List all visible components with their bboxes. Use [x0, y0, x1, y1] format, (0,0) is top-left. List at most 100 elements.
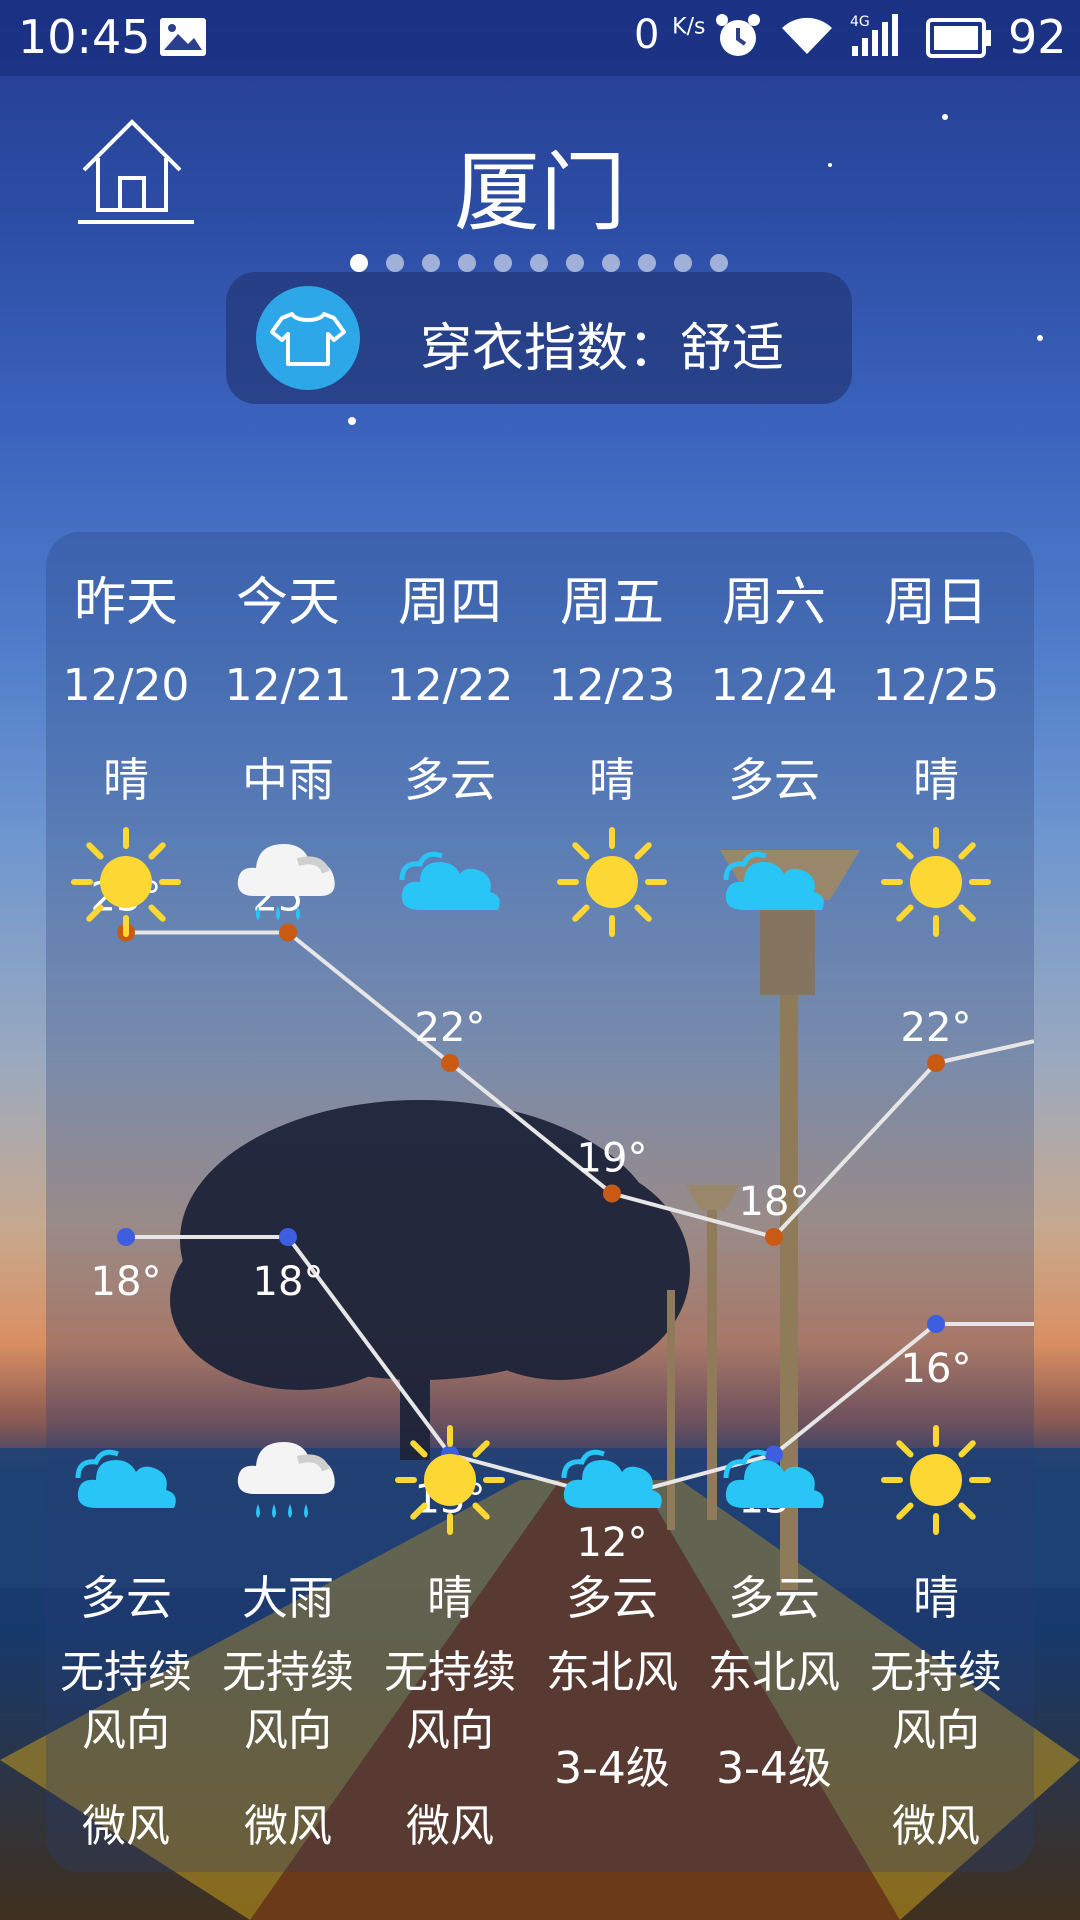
page-dot[interactable]: [386, 254, 404, 272]
page-dot[interactable]: [422, 254, 440, 272]
night-condition: 晴: [913, 1571, 959, 1625]
day-condition: 晴: [589, 753, 635, 807]
battery-percent: 92: [1008, 10, 1067, 64]
high-temp-point: [441, 1054, 459, 1072]
image-icon: [160, 18, 206, 56]
day-date: 12/24: [710, 660, 838, 711]
wind-level: 微风: [82, 1801, 170, 1852]
day-weather-icon: [390, 822, 510, 942]
sun-icon: [395, 1425, 505, 1535]
high-temp-label: 22°: [901, 1005, 972, 1051]
night-weather-icon: [714, 1420, 834, 1540]
low-temp-label: 18°: [91, 1259, 162, 1305]
wind-level: 3-4级: [554, 1743, 670, 1794]
night-weather-icon: [228, 1420, 348, 1540]
page-dot[interactable]: [458, 254, 476, 272]
day-condition: 晴: [913, 753, 959, 807]
day-condition: 多云: [404, 753, 496, 807]
city-title[interactable]: 厦门: [340, 122, 740, 247]
wind-level: 微风: [892, 1801, 980, 1852]
rain-cloud-icon: [237, 844, 335, 920]
day-condition: 中雨: [242, 753, 334, 807]
sun-icon: [71, 827, 181, 937]
day-weather-icon: [714, 822, 834, 942]
day-name: 今天: [235, 573, 340, 633]
wind-direction: 东北风: [708, 1647, 840, 1698]
heavy-rain-cloud-icon: [237, 1442, 335, 1518]
wind-level: 微风: [244, 1801, 332, 1852]
clothing-index-card[interactable]: 穿衣指数：舒适: [226, 272, 852, 404]
night-condition: 大雨: [242, 1571, 334, 1625]
day-date: 12/22: [386, 660, 514, 711]
night-condition: 晴: [427, 1571, 473, 1625]
wind-direction: 无持续风向: [870, 1647, 1002, 1756]
wind-direction: 无持续风向: [222, 1647, 354, 1756]
day-name: 周六: [721, 573, 826, 633]
day-date: 12/20: [62, 660, 190, 711]
sun-icon: [881, 1425, 991, 1535]
status-bar: 10:45 0 K/s 4G 92: [0, 0, 1080, 76]
page-dot[interactable]: [710, 254, 728, 272]
clothing-index-text: 穿衣指数：舒适: [420, 319, 785, 379]
day-date: 12/23: [548, 660, 676, 711]
low-temp-label: 18°: [253, 1259, 324, 1305]
status-time: 10:45: [18, 10, 151, 64]
wind-direction: 无持续风向: [384, 1647, 516, 1756]
wind-direction: 无持续风向: [60, 1647, 192, 1756]
high-temp-point: [603, 1184, 621, 1203]
high-temp-label: 22°: [415, 1005, 486, 1051]
day-weather-icon: [876, 822, 996, 942]
page-dot[interactable]: [602, 254, 620, 272]
page-dot[interactable]: [638, 254, 656, 272]
night-condition: 多云: [728, 1571, 820, 1625]
day-date: 12/21: [224, 660, 352, 711]
day-weather-icon: [552, 822, 672, 942]
day-weather-icon: [66, 822, 186, 942]
night-weather-icon: [552, 1420, 672, 1540]
cloud-icon: [561, 1449, 662, 1508]
wind-direction: 东北风: [546, 1647, 678, 1698]
low-temp-point: [927, 1315, 945, 1333]
forecast-panel[interactable]: 25°25°22°19°18°22°18°18°13°12°13°16° 昨天1…: [46, 532, 1034, 1872]
day-condition: 多云: [728, 753, 820, 807]
cloud-icon: [399, 851, 500, 910]
page-dot[interactable]: [530, 254, 548, 272]
sun-icon: [881, 827, 991, 937]
day-name: 周日: [883, 573, 988, 633]
wind-level: 微风: [406, 1801, 494, 1852]
high-temp-label: 18°: [739, 1179, 810, 1225]
page-dot[interactable]: [494, 254, 512, 272]
4g-signal-icon: 4G: [850, 14, 898, 56]
wind-level: 3-4级: [716, 1743, 832, 1794]
page-dot[interactable]: [674, 254, 692, 272]
high-temp-point: [765, 1228, 783, 1246]
home-icon: [78, 119, 194, 224]
svg-text:4G: 4G: [850, 14, 870, 30]
battery-icon: [926, 18, 991, 58]
wifi-icon: [782, 17, 832, 55]
high-temp-point: [927, 1054, 945, 1072]
low-temp-point: [279, 1228, 297, 1246]
day-name: 昨天: [73, 573, 178, 633]
page-indicator: [350, 254, 730, 274]
weather-screen: 10:45 0 K/s 4G 92 厦门 穿衣指数：舒适 25° 22° 19°…: [0, 0, 1080, 1920]
night-condition: 多云: [566, 1571, 658, 1625]
network-speed: 0 K/s: [634, 12, 706, 58]
cloud-icon: [75, 1449, 176, 1508]
high-temp-line: [126, 930, 1034, 1240]
night-weather-icon: [876, 1420, 996, 1540]
day-name: 周四: [397, 573, 502, 633]
day-date: 12/25: [872, 660, 1000, 711]
page-dot[interactable]: [350, 254, 368, 272]
cloud-icon: [723, 851, 824, 910]
day-weather-icon: [228, 822, 348, 942]
night-weather-icon: [390, 1420, 510, 1540]
cloud-icon: [723, 1449, 824, 1508]
home-button[interactable]: [76, 118, 196, 228]
page-dot[interactable]: [566, 254, 584, 272]
low-temp-point: [117, 1228, 135, 1246]
low-temp-label: 16°: [901, 1346, 972, 1392]
day-condition: 晴: [103, 753, 149, 807]
night-condition: 多云: [80, 1571, 172, 1625]
high-temp-label: 19°: [577, 1136, 648, 1182]
